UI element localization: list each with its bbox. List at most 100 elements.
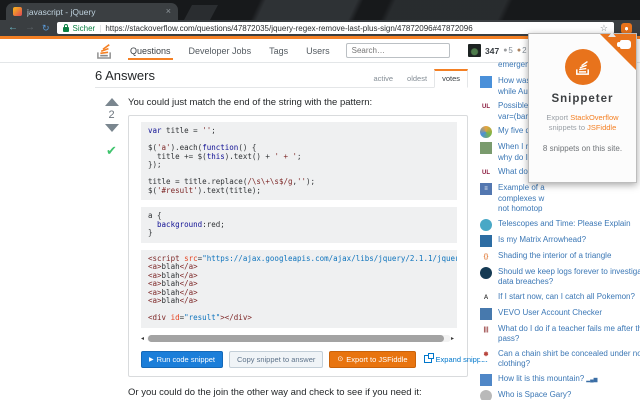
- site-icon: [480, 60, 492, 72]
- site-icon: {}: [480, 250, 492, 263]
- answer-outro-text: Or you could do the join the other way a…: [128, 386, 422, 398]
- reputation-count: 347: [485, 45, 500, 56]
- question-link[interactable]: Can a chain shirt be concealed under nor…: [498, 349, 640, 370]
- hot-question-item: Should we keep logs forever to investiga…: [480, 266, 640, 288]
- fist-icon: [617, 40, 631, 49]
- answer-sort-tabs: active oldest votes: [366, 69, 468, 88]
- js-code-block: var title = ''; $('a').each(function() {…: [141, 122, 457, 200]
- snippeter-popup: Snippeter Export StackOverflow snippets …: [528, 33, 637, 183]
- upvote-arrow-icon[interactable]: [104, 98, 119, 106]
- expand-snippet-link[interactable]: Expand snippet: [423, 353, 487, 364]
- hot-question-item: ≡ Example of a complexes w not homotop: [480, 183, 638, 215]
- site-icon: [480, 307, 492, 320]
- hot-question-item: Telescopes and Time: Please Explain: [480, 218, 638, 231]
- export-icon: ⊙: [337, 356, 344, 363]
- answers-heading: 6 Answers: [95, 68, 155, 83]
- scrollbar-thumb[interactable]: [148, 335, 444, 342]
- question-link[interactable]: VEVO User Account Checker: [498, 308, 602, 320]
- site-icon: UL: [480, 167, 492, 179]
- nav-questions[interactable]: Questions: [128, 41, 173, 60]
- css-code-block: a { background:red;}: [141, 207, 457, 243]
- site-icon: A: [480, 291, 492, 304]
- hot-question-item: ||| What do I do if a teacher fails me af…: [480, 323, 640, 345]
- site-icon: ✽: [480, 348, 492, 361]
- question-link[interactable]: If I start now, can I catch all Pokemon?: [498, 292, 635, 304]
- nav-users[interactable]: Users: [304, 41, 332, 60]
- play-icon: ▶: [149, 356, 154, 363]
- nav-developer-jobs[interactable]: Developer Jobs: [187, 41, 254, 60]
- back-icon[interactable]: ←: [8, 23, 18, 33]
- site-icon: |||: [480, 323, 492, 336]
- hot-question-item: ✽ Can a chain shirt be concealed under no…: [480, 348, 640, 370]
- site-icon: [480, 389, 492, 400]
- forward-icon[interactable]: →: [25, 23, 35, 33]
- brand-stackoverflow: StackOverflow: [570, 113, 619, 122]
- secure-lock-icon: [62, 23, 69, 32]
- downvote-arrow-icon[interactable]: [104, 124, 119, 132]
- scrollbar-track[interactable]: [147, 335, 451, 342]
- export-jsfiddle-button[interactable]: ⊙ Export to JSFiddle: [329, 350, 416, 368]
- vote-count: 2: [108, 109, 115, 121]
- horizontal-scrollbar[interactable]: ◂ ▸: [141, 335, 457, 343]
- tab-close-icon[interactable]: ×: [166, 7, 171, 16]
- html-code-block: <script src="https://ajax.googleapis.com…: [141, 249, 457, 328]
- question-link[interactable]: Should we keep logs forever to investiga…: [498, 267, 640, 288]
- reload-icon[interactable]: ↻: [42, 23, 50, 33]
- popup-snippet-count: 8 snippets on this site.: [542, 144, 623, 153]
- user-cluster[interactable]: 347 ● 5 ● 2: [468, 44, 527, 57]
- url-separator: |: [99, 23, 102, 33]
- popup-tagline: Export StackOverflow snippets to JSFiddl…: [546, 113, 619, 132]
- answer-intro-text: You could just match the end of the stri…: [128, 97, 373, 108]
- bronze-badge: ● 2: [516, 46, 527, 55]
- code-snippet-widget: var title = ''; $('a').each(function() {…: [128, 115, 487, 377]
- user-avatar[interactable]: [468, 44, 481, 57]
- nav-tags[interactable]: Tags: [267, 41, 290, 60]
- hot-question-item: {} Shading the interior of a triangle: [480, 250, 638, 263]
- tab-title: javascript - jQuery: [27, 6, 96, 17]
- tab-favicon-icon: [13, 7, 22, 16]
- question-link[interactable]: Is my Matrix Arrowhead?: [498, 235, 586, 247]
- tab-oldest[interactable]: oldest: [400, 71, 434, 87]
- question-link[interactable]: Who is Space Gary?: [498, 390, 571, 400]
- site-icon: UL: [480, 101, 492, 113]
- hot-question-item: Who is Space Gary?: [480, 389, 638, 400]
- site-icon: [480, 234, 492, 247]
- snippeter-logo-circle: [564, 49, 601, 85]
- search-input[interactable]: [345, 43, 450, 58]
- bronze-badge-dot-icon: ●: [516, 47, 522, 54]
- silver-badge-dot-icon: ●: [503, 47, 508, 54]
- site-icon: [480, 126, 492, 138]
- hot-question-item: How lit is this mountain? ▂▄▆: [480, 373, 638, 386]
- site-icon: [480, 76, 492, 88]
- site-icon: [480, 373, 492, 386]
- new-tab-button[interactable]: [184, 5, 218, 20]
- answers-column: 6 Answers active oldest votes 2 ✔ You co…: [95, 63, 487, 400]
- snippeter-extension-icon[interactable]: [621, 22, 632, 34]
- bookmark-star-icon[interactable]: ☆: [600, 23, 608, 34]
- scroll-right-icon[interactable]: ▸: [451, 335, 457, 343]
- question-link[interactable]: Telescopes and Time: Please Explain: [498, 219, 631, 231]
- question-link[interactable]: What do I do if a teacher fails me after…: [498, 324, 640, 345]
- silver-badge: ● 5: [503, 46, 513, 55]
- stackoverflow-glyph-icon: [576, 60, 589, 75]
- site-icon: [480, 142, 492, 154]
- screen: javascript - jQuery × ← → ↻ Sicher | htt…: [0, 0, 640, 400]
- popup-corner-ribbon: [600, 34, 636, 70]
- vote-column: 2 ✔: [95, 95, 128, 400]
- brand-jsfiddle: JSFiddle: [587, 123, 617, 132]
- hot-question-item: VEVO User Account Checker: [480, 307, 638, 320]
- answer-body: You could just match the end of the stri…: [128, 95, 487, 400]
- stackoverflow-logo[interactable]: [95, 42, 114, 59]
- bar-chart-glyph: ▂▄▆: [586, 376, 598, 383]
- browser-tab[interactable]: javascript - jQuery ×: [6, 3, 178, 20]
- copy-snippet-button[interactable]: Copy snippet to answer: [229, 350, 324, 368]
- question-link[interactable]: Example of a complexes w not homotop: [498, 183, 545, 215]
- tab-active[interactable]: active: [366, 71, 400, 87]
- expand-icon: [423, 353, 434, 363]
- question-link[interactable]: How lit is this mountain? ▂▄▆: [498, 374, 598, 386]
- tab-votes[interactable]: votes: [434, 69, 468, 88]
- question-link[interactable]: Shading the interior of a triangle: [498, 251, 611, 263]
- url-text[interactable]: https://stackoverflow.com/questions/4787…: [105, 24, 596, 33]
- run-code-snippet-button[interactable]: ▶ Run code snippet: [141, 350, 223, 368]
- security-label: Sicher: [72, 23, 96, 33]
